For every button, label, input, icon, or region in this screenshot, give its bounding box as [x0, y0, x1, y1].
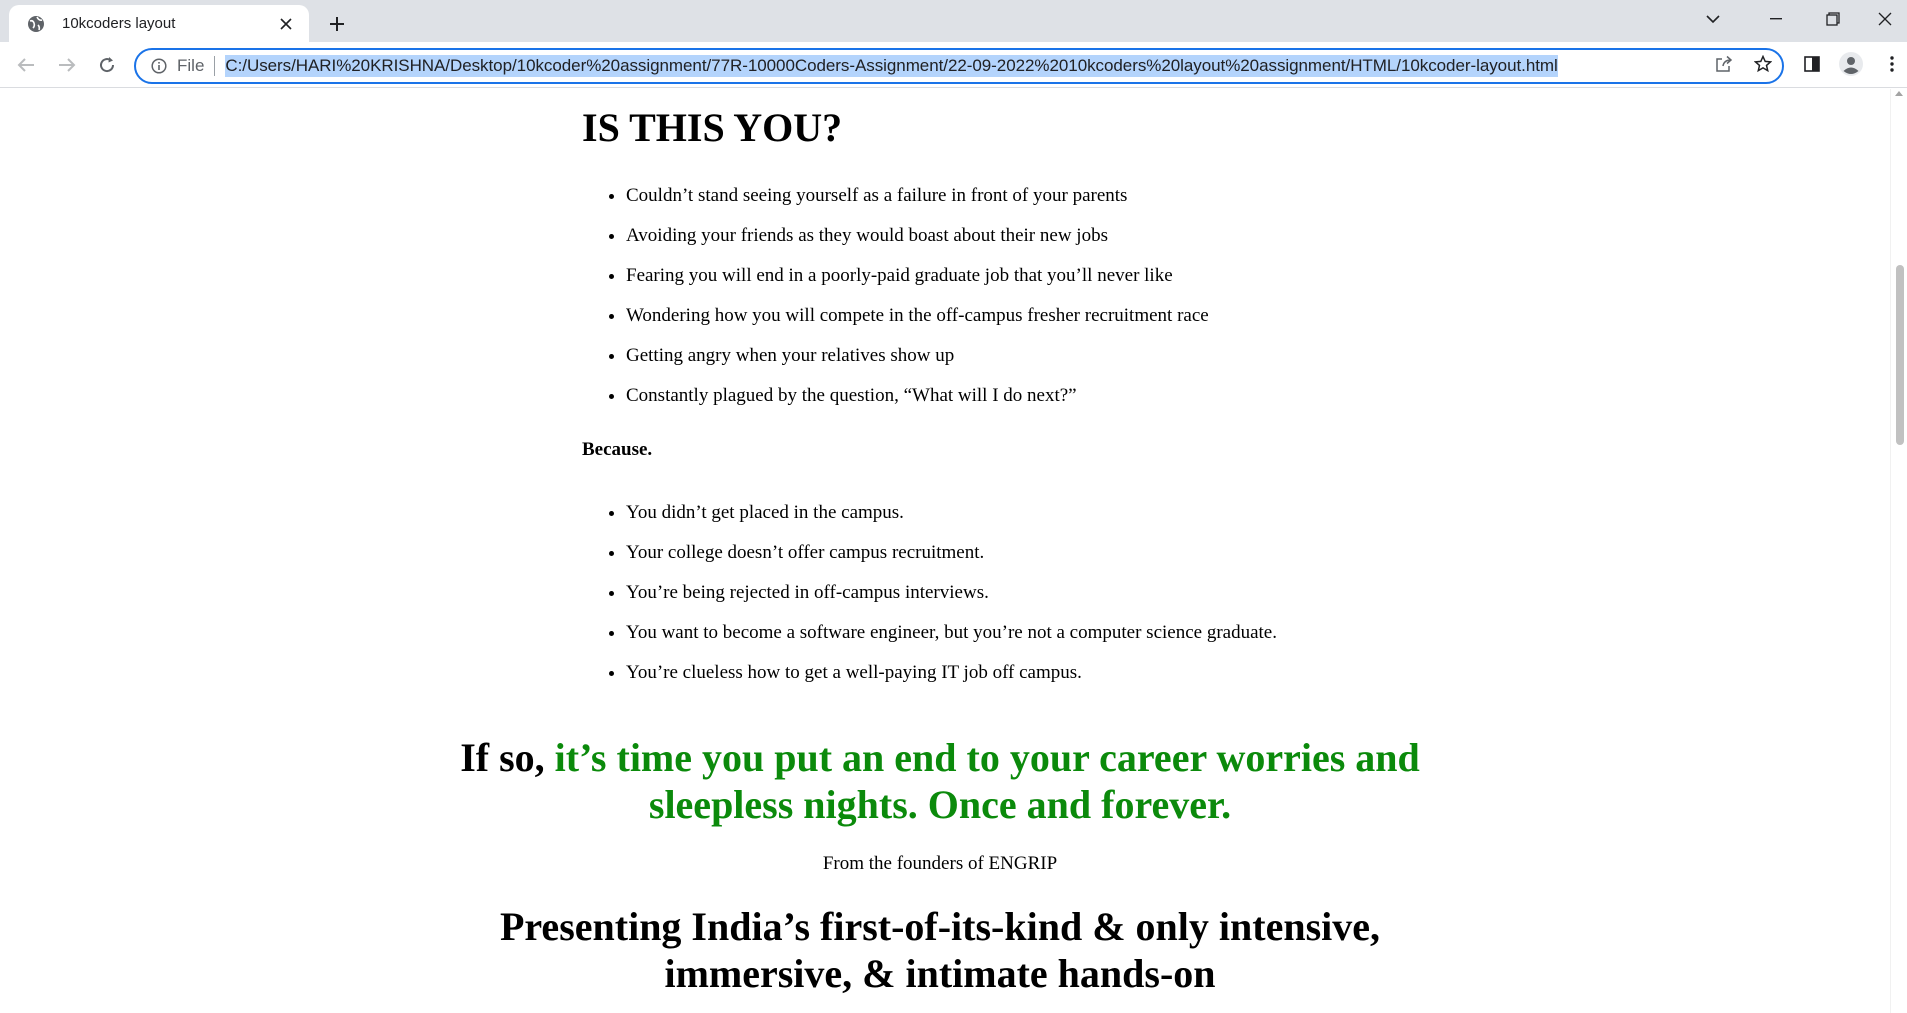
- restore-icon[interactable]: [1811, 0, 1855, 38]
- presenting-heading: Presenting India’s first-of-its-kind & o…: [499, 904, 1381, 996]
- globe-icon: [26, 14, 46, 34]
- reasons-list: You didn’t get placed in the campus. You…: [626, 499, 1277, 699]
- bookmark-star-icon[interactable]: [1749, 50, 1777, 78]
- call-to-action-heading: If so, it’s time you put an end to your …: [430, 734, 1450, 828]
- vertical-scrollbar[interactable]: [1890, 89, 1907, 1013]
- browser-toolbar: File C:/Users/HARI%20KRISHNA/Desktop/10k…: [0, 42, 1907, 88]
- url-text[interactable]: C:/Users/HARI%20KRISHNA/Desktop/10kcoder…: [225, 55, 1558, 77]
- tab-strip: 10kcoders layout: [0, 0, 1907, 42]
- cta-highlight-text: it’s time you put an end to your career …: [554, 735, 1420, 827]
- tab-title: 10kcoders layout: [62, 15, 176, 32]
- close-tab-icon[interactable]: [275, 13, 297, 35]
- kebab-menu-icon[interactable]: [1878, 50, 1906, 78]
- list-item: You’re clueless how to get a well-paying…: [626, 659, 1277, 699]
- share-icon[interactable]: [1710, 50, 1738, 78]
- profile-avatar-icon[interactable]: [1837, 50, 1865, 78]
- info-icon[interactable]: [149, 56, 169, 76]
- forward-arrow-icon[interactable]: [51, 49, 83, 81]
- tab-search-chevron-icon[interactable]: [1691, 0, 1735, 38]
- new-tab-button[interactable]: [322, 9, 352, 39]
- list-item: Avoiding your friends as they would boas…: [626, 222, 1209, 262]
- worries-list: Couldn’t stand seeing yourself as a fail…: [626, 182, 1209, 422]
- minimize-icon[interactable]: [1754, 0, 1798, 38]
- list-item: Getting angry when your relatives show u…: [626, 342, 1209, 382]
- reload-icon[interactable]: [91, 49, 123, 81]
- list-item: You didn’t get placed in the campus.: [626, 499, 1277, 539]
- scrollbar-thumb[interactable]: [1896, 265, 1904, 445]
- address-bar[interactable]: File C:/Users/HARI%20KRISHNA/Desktop/10k…: [134, 48, 1784, 84]
- list-item: Wondering how you will compete in the of…: [626, 302, 1209, 342]
- page-heading: IS THIS YOU?: [582, 105, 843, 150]
- page-viewport: IS THIS YOU? Couldn’t stand seeing yours…: [0, 89, 1890, 1013]
- list-item: Your college doesn’t offer campus recrui…: [626, 539, 1277, 579]
- founders-line: From the founders of ENGRIP: [822, 853, 1058, 874]
- list-item: Constantly plagued by the question, “Wha…: [626, 382, 1209, 422]
- close-window-icon[interactable]: [1863, 0, 1907, 38]
- list-item: Couldn’t stand seeing yourself as a fail…: [626, 182, 1209, 222]
- cta-lead-text: If so,: [460, 735, 555, 780]
- browser-tab-active[interactable]: 10kcoders layout: [9, 5, 309, 42]
- list-item: Fearing you will end in a poorly-paid gr…: [626, 262, 1209, 302]
- list-item: You’re being rejected in off-campus inte…: [626, 579, 1277, 619]
- scheme-label: File: [177, 56, 205, 75]
- side-panel-icon[interactable]: [1798, 50, 1826, 78]
- because-label: Because.: [582, 439, 653, 460]
- address-divider: [214, 56, 216, 76]
- scroll-up-arrow-icon[interactable]: [1895, 91, 1903, 96]
- back-arrow-icon[interactable]: [10, 49, 42, 81]
- list-item: You want to become a software engineer, …: [626, 619, 1277, 659]
